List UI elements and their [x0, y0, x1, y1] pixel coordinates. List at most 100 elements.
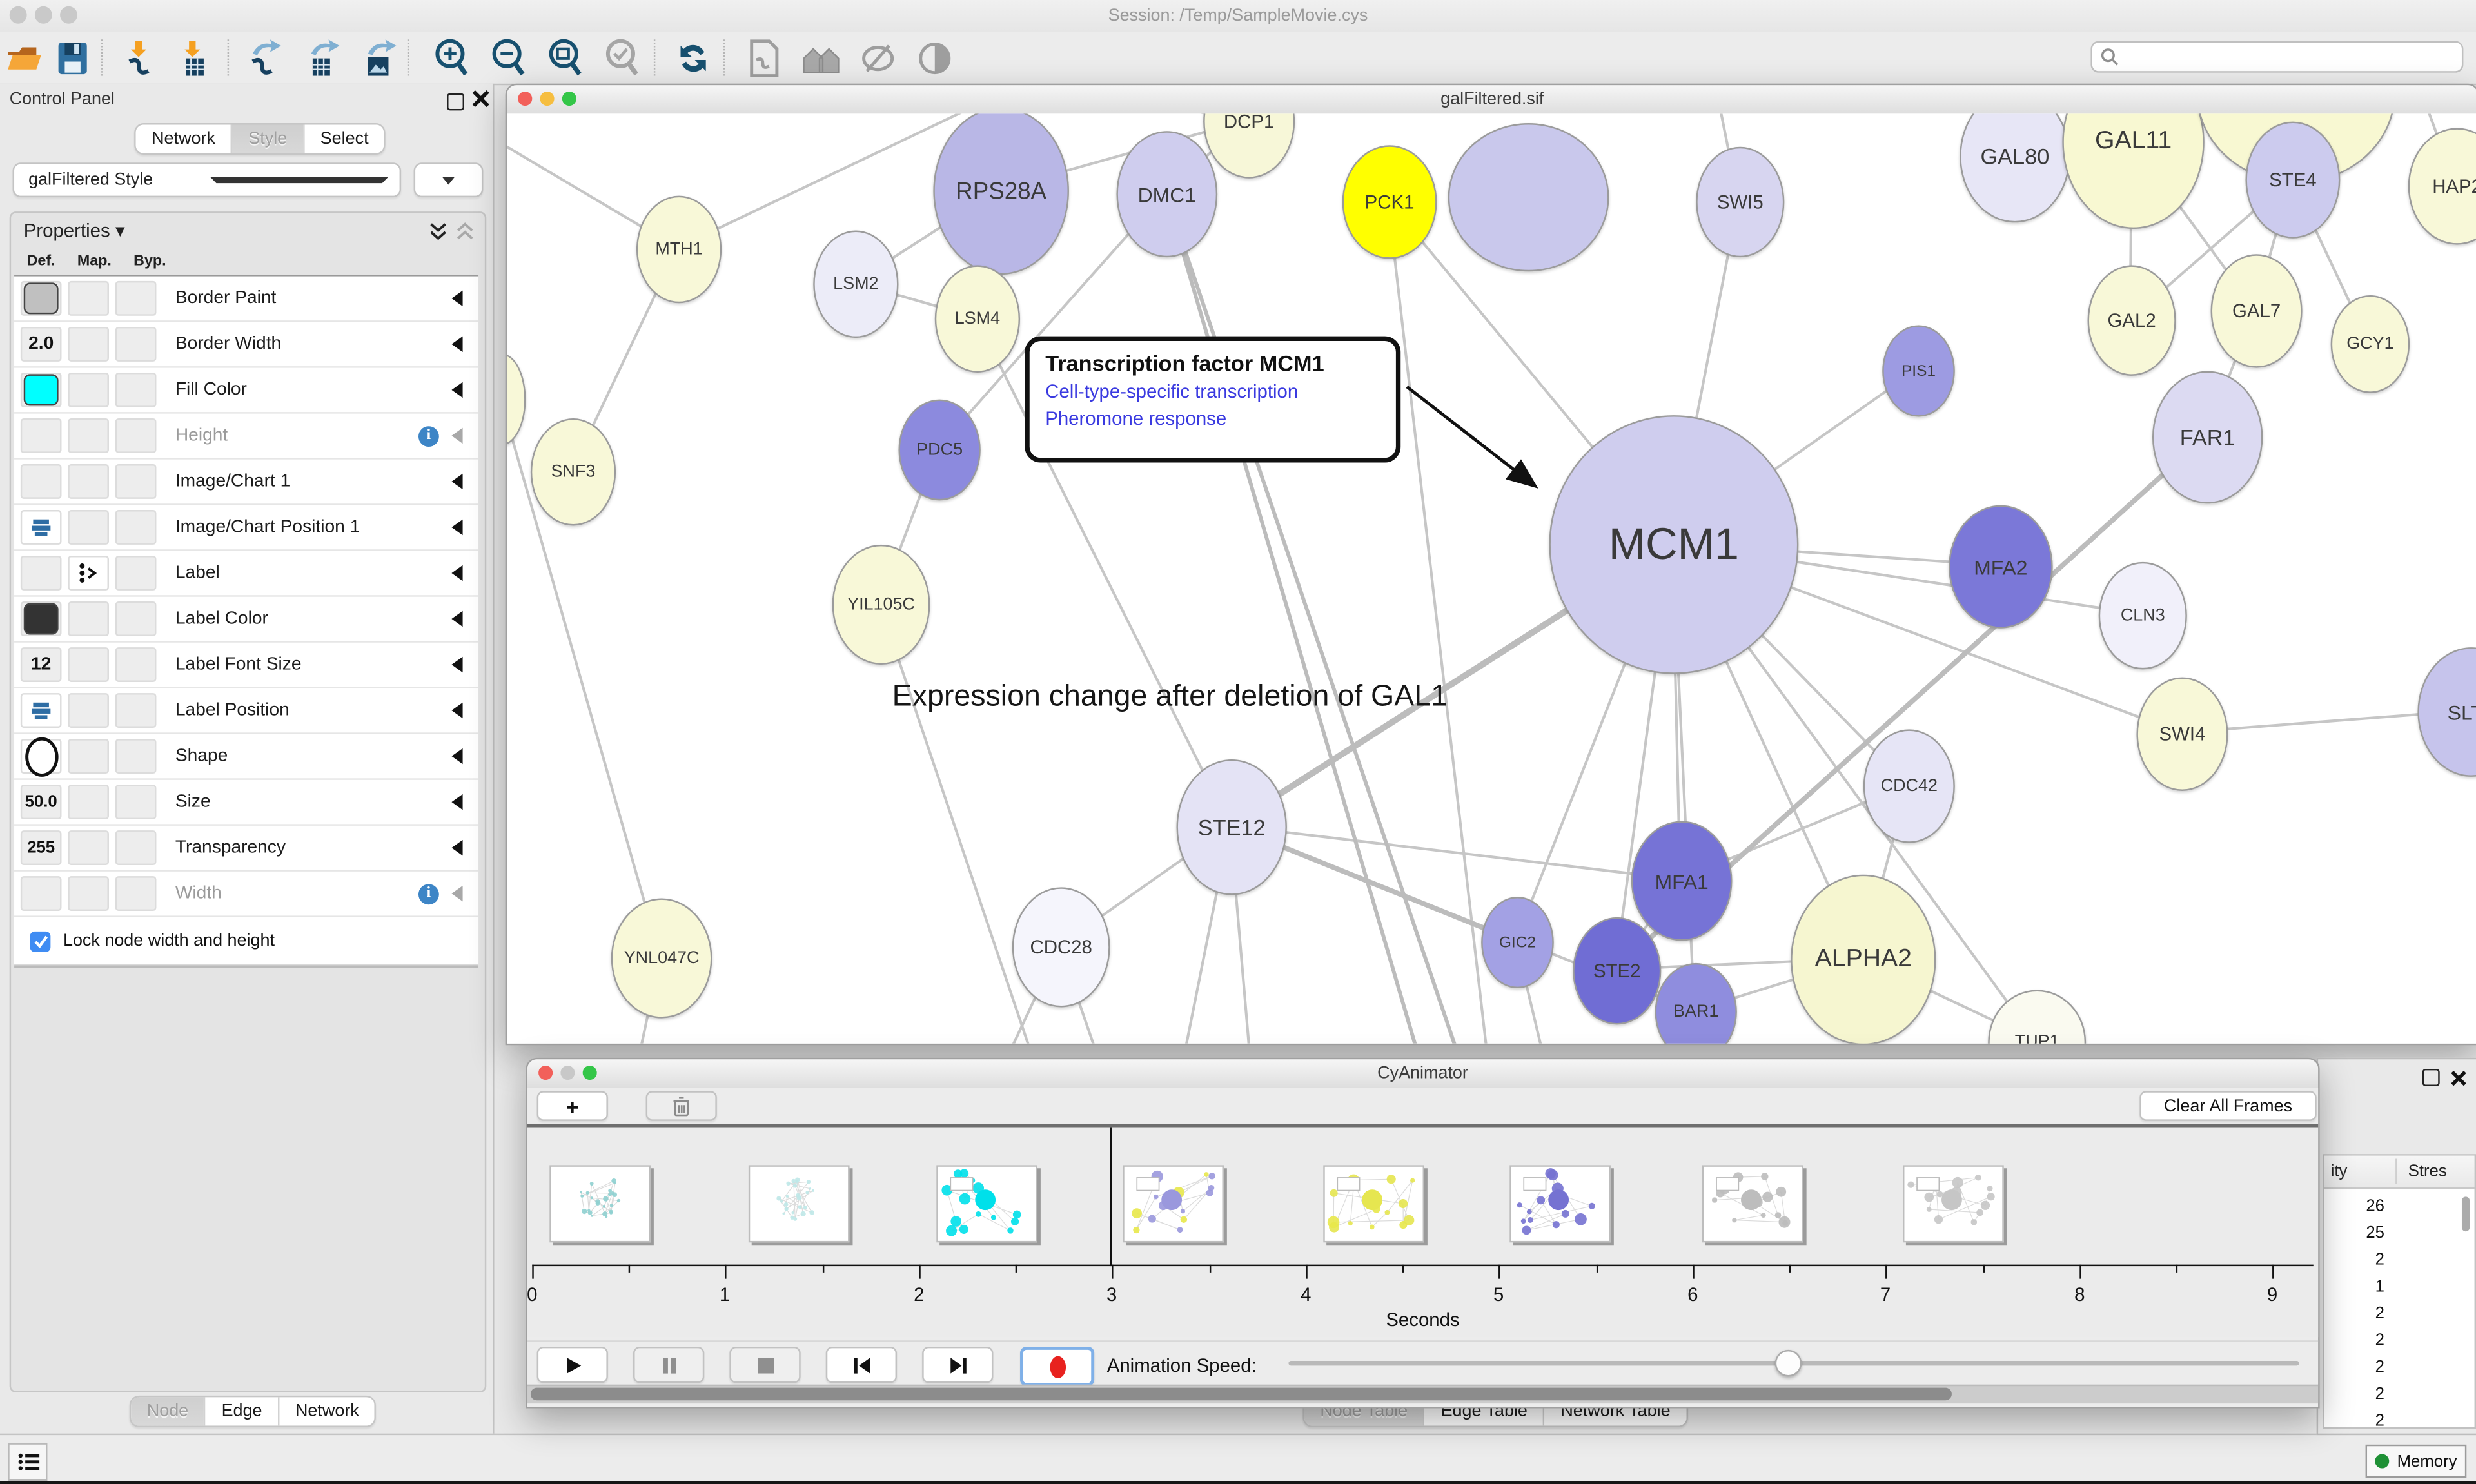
expand-arrow-icon[interactable] — [451, 565, 462, 581]
expand-arrow-icon[interactable] — [451, 748, 462, 764]
task-history-button[interactable] — [8, 1443, 47, 1481]
expand-arrow-icon[interactable] — [451, 840, 462, 855]
table-scrollbar[interactable] — [2462, 1196, 2470, 1231]
info-icon[interactable]: i — [418, 883, 439, 904]
property-row-height[interactable]: Height i — [14, 414, 478, 460]
node-mfa2[interactable]: MFA2 — [1949, 505, 2053, 629]
style-options-button[interactable] — [414, 162, 484, 197]
node-yil105c[interactable]: YIL105C — [832, 545, 930, 665]
node-mth1[interactable]: MTH1 — [636, 196, 722, 304]
node-mfa1[interactable]: MFA1 — [1631, 821, 1733, 941]
frame-thumbnail[interactable] — [1323, 1165, 1424, 1242]
node-ste12[interactable]: STE12 — [1176, 759, 1286, 895]
export-network-icon[interactable] — [242, 36, 286, 79]
close-traffic-light[interactable] — [538, 1066, 553, 1080]
scrollbar-thumb[interactable] — [531, 1388, 1952, 1401]
pause-button[interactable] — [633, 1347, 704, 1383]
expand-arrow-icon[interactable] — [451, 520, 462, 535]
tab-network-bottom[interactable]: Network — [279, 1397, 375, 1425]
zoom-selected-icon[interactable] — [600, 36, 645, 79]
frame-thumbnail[interactable] — [549, 1165, 651, 1242]
export-image-icon[interactable] — [357, 36, 401, 79]
table-cell[interactable]: 2 — [2328, 1385, 2384, 1403]
node-dmc1[interactable]: DMC1 — [1116, 131, 1217, 257]
node-lsm2[interactable]: LSM2 — [813, 231, 898, 338]
property-row-fill-color[interactable]: Fill Color — [14, 368, 478, 414]
float-window-icon[interactable] — [2422, 1066, 2440, 1094]
info-icon[interactable]: i — [418, 425, 439, 446]
table-cell[interactable]: 26 — [2328, 1196, 2384, 1215]
property-row-width[interactable]: Width i — [14, 872, 478, 917]
property-row-border-paint[interactable]: Border Paint — [14, 277, 478, 322]
node-ste4[interactable]: STE4 — [2245, 122, 2340, 239]
skip-to-start-button[interactable] — [826, 1347, 897, 1383]
show-details-icon[interactable] — [913, 36, 958, 79]
frame-thumbnail[interactable] — [1123, 1165, 1224, 1242]
property-row-label-color[interactable]: Label Color — [14, 597, 478, 643]
property-row-image-chart-position[interactable]: Image/Chart Position 1 — [14, 505, 478, 551]
expand-arrow-icon[interactable] — [451, 474, 462, 489]
border-paint-swatch[interactable] — [24, 282, 59, 314]
expand-arrow-icon[interactable] — [451, 611, 462, 627]
table-cell[interactable]: 25 — [2328, 1224, 2384, 1242]
expand-arrow-icon[interactable] — [451, 291, 462, 306]
property-row-label[interactable]: Label — [14, 551, 478, 597]
node-snf3[interactable]: SNF3 — [531, 418, 616, 526]
close-traffic-light[interactable] — [518, 92, 532, 106]
node-pis1[interactable]: PIS1 — [1882, 325, 1955, 416]
stop-button[interactable] — [729, 1347, 800, 1383]
frame-thumbnail[interactable] — [1702, 1165, 1803, 1242]
tab-edge[interactable]: Edge — [206, 1397, 279, 1425]
frame-thumbnail[interactable] — [749, 1165, 850, 1242]
playhead[interactable] — [1110, 1128, 1112, 1267]
delete-frame-button[interactable] — [646, 1091, 717, 1121]
zoom-out-icon[interactable] — [486, 36, 531, 79]
node-swi4[interactable]: SWI4 — [2136, 678, 2228, 791]
network-window-titlebar[interactable]: galFiltered.sif — [507, 85, 2476, 115]
expand-arrow-icon[interactable] — [451, 337, 462, 352]
table-cell[interactable]: 1 — [2328, 1277, 2384, 1296]
table-cell[interactable]: 2 — [2328, 1251, 2384, 1269]
minimize-traffic-light[interactable] — [35, 6, 52, 24]
property-row-image-chart[interactable]: Image/Chart 1 — [14, 460, 478, 505]
node-cln3[interactable]: CLN3 — [2099, 562, 2187, 670]
canvas-text-annotation[interactable]: Expression change after deletion of GAL1 — [892, 681, 1448, 716]
property-row-border-width[interactable]: 2.0 Border Width — [14, 322, 478, 368]
tab-node[interactable]: Node — [131, 1397, 206, 1425]
play-button[interactable] — [537, 1347, 608, 1383]
export-table-icon[interactable] — [300, 36, 344, 79]
property-row-shape[interactable]: Shape — [14, 734, 478, 780]
property-row-size[interactable]: 50.0 Size — [14, 780, 478, 826]
node-swi5[interactable]: SWI5 — [1696, 147, 1784, 257]
search-input[interactable] — [2090, 41, 2463, 73]
node-pdc5[interactable]: PDC5 — [898, 400, 980, 501]
import-table-icon[interactable] — [172, 36, 217, 79]
close-icon[interactable] — [472, 87, 489, 115]
zoom-traffic-light[interactable] — [583, 1066, 597, 1080]
properties-header[interactable]: Properties ▾ — [24, 219, 125, 241]
lock-size-checkbox[interactable] — [30, 931, 51, 952]
skip-to-end-button[interactable] — [922, 1347, 993, 1383]
style-selector[interactable]: galFiltered Style — [13, 162, 401, 197]
table-header[interactable]: ity Stres — [2324, 1156, 2475, 1189]
group-houses-icon[interactable] — [799, 36, 843, 79]
node-gal2[interactable]: GAL2 — [2088, 265, 2176, 375]
memory-button[interactable]: Memory — [2366, 1445, 2467, 1478]
node-rps28a[interactable]: RPS28A — [933, 113, 1069, 275]
expand-all-icon[interactable] — [428, 221, 449, 249]
annotation-box[interactable]: Transcription factor MCM1 Cell-type-spec… — [1025, 337, 1400, 463]
expand-arrow-icon[interactable] — [451, 703, 462, 718]
annotation-link1[interactable]: Cell-type-specific transcription — [1045, 380, 1380, 402]
node-mcm1[interactable]: MCM1 — [1549, 415, 1798, 674]
node-pck1[interactable]: PCK1 — [1342, 145, 1437, 259]
import-network-icon[interactable] — [119, 36, 163, 79]
expand-arrow-icon[interactable] — [451, 657, 462, 672]
hide-details-icon[interactable] — [856, 36, 900, 79]
frames-timeline[interactable]: 0 1 2 3 4 5 6 7 8 9 Seconds — [527, 1128, 2318, 1338]
refresh-icon[interactable] — [671, 36, 716, 79]
node-gcy1[interactable]: GCY1 — [2331, 295, 2410, 393]
node-alpha2[interactable]: ALPHA2 — [1791, 875, 1936, 1044]
table-cell[interactable]: 2 — [2328, 1411, 2384, 1430]
node-rps28b[interactable] — [1448, 123, 1609, 271]
node-far1[interactable]: FAR1 — [2152, 371, 2263, 504]
